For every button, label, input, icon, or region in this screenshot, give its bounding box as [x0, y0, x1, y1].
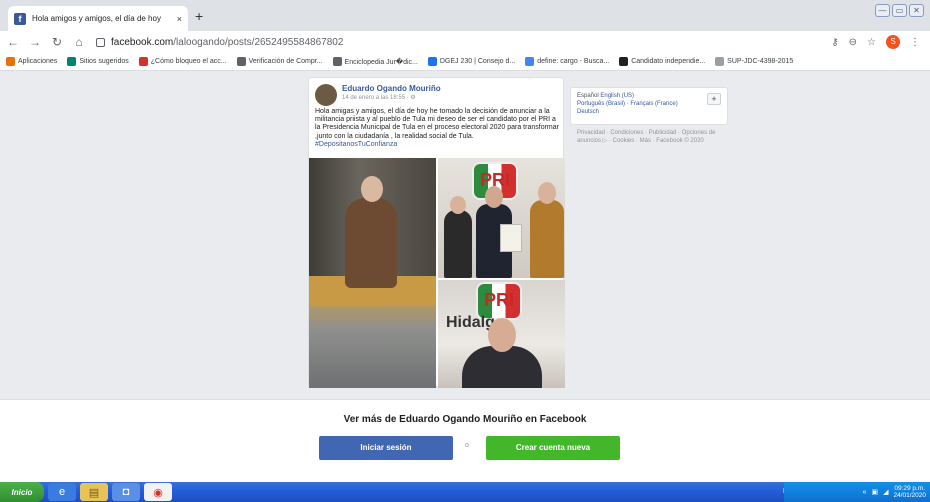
- photo-grid: PRI PRI Hidalgo: [309, 158, 565, 388]
- taskbar: Inicio e ▤ ◘ ◉ ES « ▣ ◢ 09:29 p.m. 24/01…: [0, 482, 930, 502]
- author-avatar[interactable]: [315, 84, 337, 106]
- tray-icon[interactable]: «: [863, 489, 867, 496]
- tab-close-icon[interactable]: ×: [177, 14, 182, 24]
- post-text: Hola amigas y amigos, el día de hoy he t…: [315, 108, 561, 149]
- reload-icon[interactable]: ↻: [48, 35, 66, 49]
- footer-links[interactable]: Privacidad · Condiciones · Publicidad · …: [577, 130, 727, 146]
- bookmark-label: define: cargo - Busca...: [537, 58, 610, 65]
- bing-icon: [67, 57, 77, 66]
- bookmark-item[interactable]: DGEJ 230 | Consejo d...: [427, 57, 516, 66]
- facebook-favicon-icon: f: [14, 12, 26, 25]
- bookmark-item[interactable]: Aplicaciones: [6, 57, 57, 66]
- bookmark-item[interactable]: Verificación de Compr...: [236, 57, 323, 66]
- ie-icon[interactable]: e: [48, 483, 76, 501]
- bookmark-item[interactable]: Candidato independie...: [619, 57, 705, 66]
- folder-icon[interactable]: ▤: [80, 483, 108, 501]
- lock-icon: [96, 37, 105, 47]
- network-icon[interactable]: ▣: [871, 488, 878, 496]
- post-date[interactable]: 14 de enero a las 18:55 · ⚙: [342, 94, 416, 101]
- login-button[interactable]: Iniciar sesión: [319, 436, 453, 460]
- b-icon: [138, 57, 148, 66]
- bookmark-label: Enciclopedia Jur�dic...: [344, 58, 418, 66]
- bookmark-label: Verificación de Compr...: [248, 58, 323, 65]
- window-controls: — ▭ ✕: [875, 4, 924, 17]
- star-icon[interactable]: ☆: [867, 37, 876, 48]
- bookmark-item[interactable]: SUP-JDC-4398-2015: [715, 57, 793, 66]
- language-deutsch[interactable]: Deutsch: [577, 108, 721, 116]
- post-body: Hola amigas y amigos, el día de hoy he t…: [315, 108, 559, 140]
- bookmark-label: DGEJ 230 | Consejo d...: [439, 58, 516, 65]
- dgej-icon: [427, 57, 437, 66]
- current-language: Español: [577, 93, 599, 99]
- new-tab-button[interactable]: +: [195, 8, 203, 24]
- globe-icon: [332, 57, 342, 66]
- bookmark-label: Sitios sugeridos: [79, 58, 129, 65]
- profile-avatar[interactable]: S: [886, 35, 900, 49]
- maximize-icon[interactable]: ▭: [892, 4, 907, 17]
- outlook-icon[interactable]: ◘: [112, 483, 140, 501]
- globe-icon: [236, 57, 246, 66]
- language-pt-fr[interactable]: Português (Brasil) · Français (France): [577, 100, 721, 108]
- bookmark-label: Aplicaciones: [18, 58, 58, 65]
- bookmark-label: Candidato independie...: [631, 58, 706, 65]
- close-window-icon[interactable]: ✕: [909, 4, 924, 17]
- photo-group-certificate[interactable]: PRI: [438, 158, 565, 278]
- bookmark-item[interactable]: define: cargo - Busca...: [525, 57, 609, 66]
- photo-portrait[interactable]: PRI Hidalgo: [438, 280, 565, 388]
- clock[interactable]: 09:29 p.m. 24/01/2020: [893, 485, 926, 499]
- system-tray: « ▣ ◢ 09:29 p.m. 24/01/2020: [784, 482, 930, 502]
- apps-icon: [6, 57, 15, 66]
- bookmark-label: ¿Cómo bloqueo el acc...: [150, 58, 227, 65]
- wikipedia-icon: [619, 57, 629, 66]
- menu-icon[interactable]: ⋮: [910, 37, 920, 48]
- more-languages-button[interactable]: +: [707, 93, 721, 105]
- bookmark-label: SUP-JDC-4398-2015: [727, 58, 794, 65]
- google-icon: [525, 57, 535, 66]
- tab-bar: f Hola amigos y amigos, el día de hoy × …: [0, 0, 930, 31]
- url-field[interactable]: facebook.com/laloogando/posts/2652495584…: [96, 33, 831, 51]
- volume-icon[interactable]: ◢: [883, 488, 888, 496]
- bookmarks-bar: Aplicaciones Sitios sugeridos ¿Cómo bloque…: [0, 53, 930, 71]
- separator-text: o: [465, 442, 469, 449]
- tab-title: Hola amigos y amigos, el día de hoy: [32, 14, 161, 23]
- hashtag-link[interactable]: #DepositanosTuConfianza: [315, 141, 561, 149]
- signup-button[interactable]: Crear cuenta nueva: [486, 436, 620, 460]
- post-card: Eduardo Ogando Mouriño 14 de enero a las…: [308, 77, 565, 388]
- bookmark-item[interactable]: ¿Cómo bloqueo el acc...: [138, 57, 227, 66]
- photo-sitting-man[interactable]: [309, 158, 436, 388]
- start-button[interactable]: Inicio: [0, 482, 44, 502]
- url-path: /laloogando/posts/2652495584867802: [173, 36, 344, 48]
- back-icon[interactable]: ←: [4, 35, 22, 49]
- bookmark-item[interactable]: Enciclopedia Jur�dic...: [332, 57, 418, 66]
- home-icon[interactable]: ⌂: [70, 35, 88, 49]
- login-prompt: Ver más de Eduardo Ogando Mouriño en Fac…: [0, 399, 930, 482]
- post-author[interactable]: Eduardo Ogando Mouriño: [342, 84, 441, 93]
- chrome-icon[interactable]: ◉: [144, 483, 172, 501]
- bookmark-item[interactable]: Sitios sugeridos: [67, 57, 129, 66]
- document-icon: [715, 57, 725, 66]
- minimize-icon[interactable]: —: [875, 4, 890, 17]
- tab-facebook-post[interactable]: f Hola amigos y amigos, el día de hoy ×: [8, 6, 188, 31]
- language-english[interactable]: English (US): [600, 93, 634, 99]
- address-bar: ← → ↻ ⌂ facebook.com/laloogando/posts/26…: [0, 31, 930, 53]
- login-prompt-title: Ver más de Eduardo Ogando Mouriño en Fac…: [343, 414, 587, 425]
- url-domain: facebook.com: [111, 36, 174, 48]
- forward-icon[interactable]: →: [26, 35, 44, 49]
- zoom-icon[interactable]: ⊖: [849, 37, 857, 48]
- key-icon[interactable]: ⚷: [831, 37, 838, 48]
- language-box: Español English (US) Português (Brasil) …: [570, 87, 728, 125]
